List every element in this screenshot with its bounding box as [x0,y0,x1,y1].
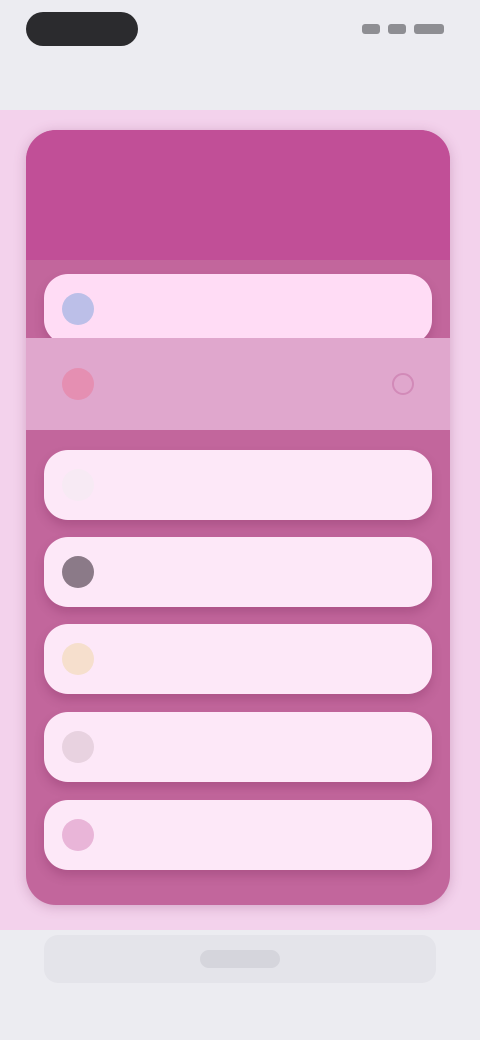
bottom-bar-label [200,950,280,968]
signal-icon [362,24,380,34]
blue-dot-icon [62,293,94,325]
option-item[interactable] [44,537,432,607]
battery-icon [414,24,444,34]
option-item[interactable] [44,712,432,782]
option-item[interactable] [44,624,432,694]
selection-modal [26,130,450,905]
white-dot-icon [62,469,94,501]
chevron-right-icon [392,373,414,395]
grey-dot-icon [62,556,94,588]
option-item[interactable] [26,338,450,430]
page-subtitle [90,72,310,96]
light-grey-dot-icon [62,731,94,763]
status-icons [352,22,444,36]
option-item[interactable] [44,450,432,520]
modal-title [118,165,358,225]
status-bar [0,0,480,60]
red-dot-icon [62,368,94,400]
yellow-dot-icon [62,643,94,675]
pink-dot-icon [62,819,94,851]
wifi-icon [388,24,406,34]
option-item[interactable] [44,800,432,870]
modal-header [26,130,450,260]
bottom-bar[interactable] [44,935,436,983]
option-item[interactable] [44,274,432,344]
dynamic-island [26,12,138,46]
